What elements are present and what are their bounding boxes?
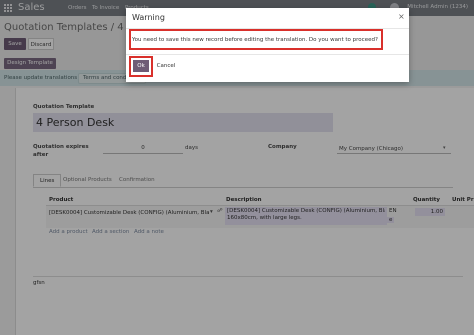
close-icon[interactable]: × (398, 12, 405, 21)
dialog-title: Warning (132, 13, 165, 22)
ok-button-highlight (129, 56, 153, 77)
message-highlight (129, 29, 383, 50)
dialog-footer-divider (126, 54, 409, 55)
cancel-button[interactable]: Cancel (154, 60, 178, 72)
